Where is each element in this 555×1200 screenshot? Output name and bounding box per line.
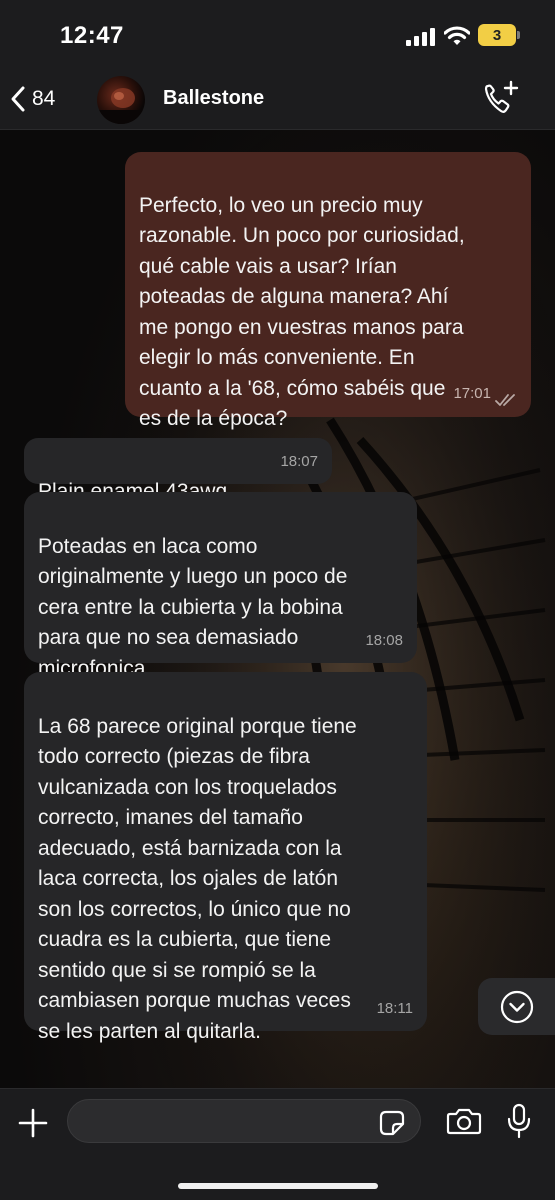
message-input[interactable] [67,1099,421,1143]
signal-icon [406,28,435,46]
status-bar: 12:47 3 [0,0,555,68]
message-text: Poteadas en laca como originalmente y lu… [38,534,348,680]
chevron-left-icon [11,86,25,112]
chevron-down-circle-icon [500,990,533,1023]
camera-icon[interactable] [446,1106,482,1136]
battery-tip [517,31,520,39]
wifi-icon [444,26,470,45]
message-incoming[interactable]: Poteadas en laca como originalmente y lu… [24,492,417,680]
message-text: Perfecto, lo veo un precio muy razonable… [139,193,465,431]
double-check-icon [495,394,515,406]
message-outgoing[interactable]: Perfecto, lo veo un precio muy razonable… [125,152,531,430]
clock: 12:47 [60,22,124,49]
message-input-bar [0,1088,555,1200]
sticker-icon[interactable] [378,1109,406,1137]
message-time: 17:01 [453,384,491,402]
home-indicator [178,1183,378,1189]
message-incoming[interactable]: La 68 parece original porque tiene todo … [24,672,427,1043]
plus-icon[interactable] [17,1107,49,1139]
battery-icon: 3 [478,24,516,46]
unread-count: 84 [32,87,56,110]
battery-level: 3 [492,26,502,44]
message-time: 18:11 [376,999,413,1017]
scroll-down-button[interactable] [478,978,555,1035]
message-incoming[interactable]: Plain enamel 43awg 18:07 [24,438,332,503]
chat-header: 84 Ballestone [0,68,555,130]
contact-name[interactable]: Ballestone [163,87,264,110]
message-time: 18:07 [280,452,318,470]
contact-avatar[interactable] [97,76,145,124]
message-time: 18:08 [365,631,403,649]
message-text: La 68 parece original porque tiene todo … [38,714,357,1043]
microphone-icon[interactable] [506,1103,532,1139]
back-button[interactable]: 84 [10,82,55,116]
add-call-icon[interactable] [482,80,520,116]
